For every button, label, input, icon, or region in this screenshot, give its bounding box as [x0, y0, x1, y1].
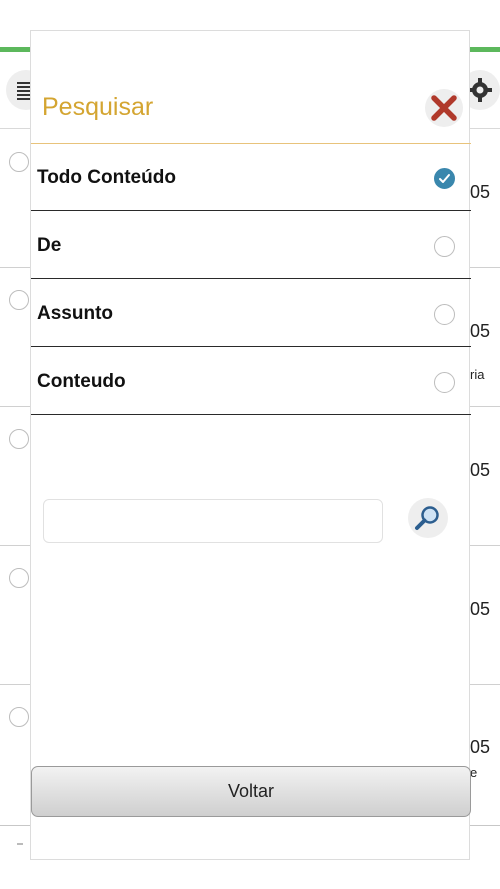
- option-conteudo[interactable]: Conteudo: [31, 348, 471, 415]
- option-label: Conteudo: [37, 371, 126, 392]
- dialog-header: Pesquisar: [31, 31, 471, 144]
- close-button[interactable]: [425, 89, 463, 127]
- check-icon: [439, 174, 450, 183]
- row-date: 05: [470, 321, 491, 341]
- row-date: 05: [470, 460, 491, 480]
- search-button[interactable]: [408, 498, 448, 538]
- row-select-radio[interactable]: [9, 568, 29, 588]
- option-todo-conteudo[interactable]: Todo Conteúdo: [31, 144, 471, 211]
- close-icon: [431, 95, 457, 121]
- row-select-radio[interactable]: [9, 152, 29, 172]
- option-radio[interactable]: [434, 236, 455, 257]
- row-snippet: ria: [470, 367, 485, 382]
- dialog-title: Pesquisar: [42, 93, 154, 121]
- option-label: De: [37, 235, 62, 256]
- search-dialog: Pesquisar Todo Conteúdo De Assunto Conte…: [30, 30, 471, 860]
- option-label: Assunto: [37, 303, 113, 324]
- search-input[interactable]: [43, 499, 383, 543]
- row-select-radio[interactable]: [9, 290, 29, 310]
- app-screen: 05 05 ria 05 05 05 e Pesquisar Todo Cont…: [0, 0, 500, 889]
- row-date: 05: [470, 599, 491, 619]
- option-label: Todo Conteúdo: [37, 167, 176, 188]
- option-radio-selected[interactable]: [434, 168, 455, 189]
- option-radio[interactable]: [434, 372, 455, 393]
- row-date: 05: [470, 182, 491, 202]
- magnifier-icon: [415, 506, 439, 530]
- option-radio[interactable]: [434, 304, 455, 325]
- back-button[interactable]: Voltar: [31, 766, 471, 817]
- footer-mark: [17, 843, 23, 845]
- row-select-radio[interactable]: [9, 429, 29, 449]
- option-assunto[interactable]: Assunto: [31, 280, 471, 347]
- row-date: 05: [470, 737, 491, 757]
- option-de[interactable]: De: [31, 212, 471, 279]
- row-snippet: e: [470, 765, 478, 780]
- row-select-radio[interactable]: [9, 707, 29, 727]
